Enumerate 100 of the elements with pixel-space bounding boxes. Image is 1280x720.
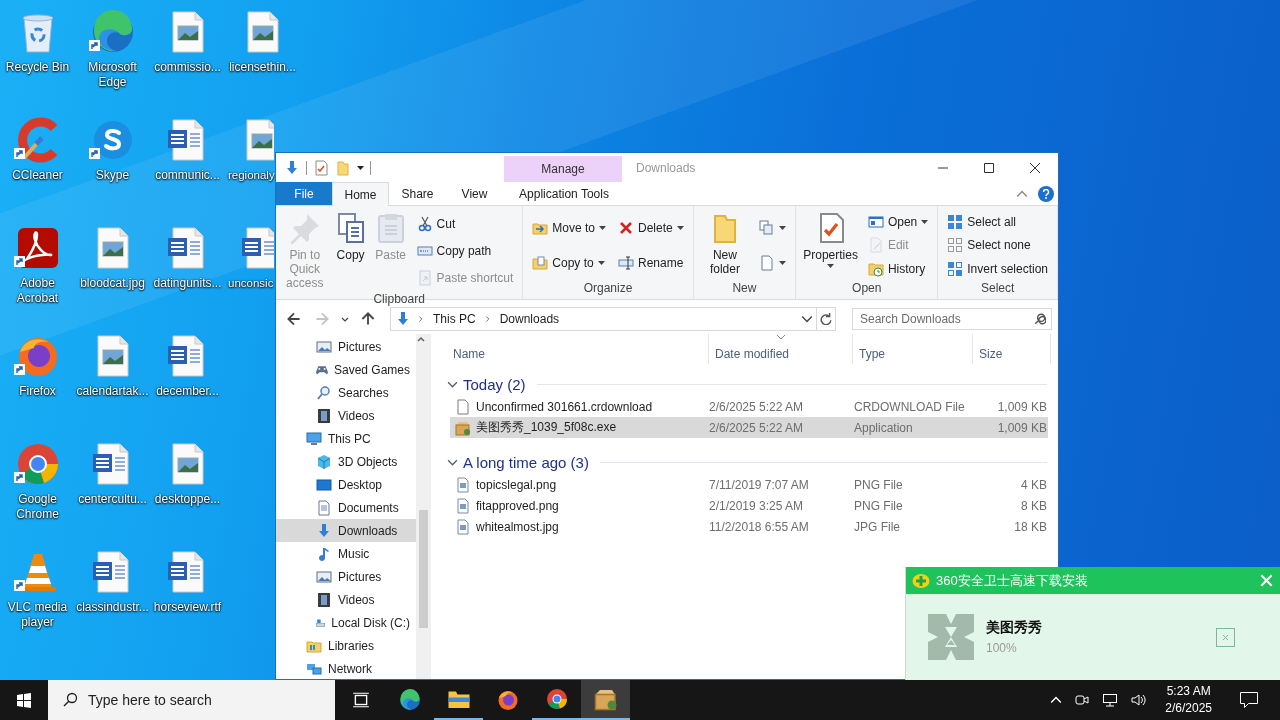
nav-item[interactable]: Videos bbox=[276, 588, 416, 611]
ribbon-button[interactable]: Rename bbox=[615, 252, 687, 275]
ribbon-button[interactable]: Properties bbox=[800, 210, 861, 281]
cube-icon bbox=[316, 453, 332, 470]
address-bar[interactable]: This PC Downloads bbox=[390, 307, 836, 331]
nav-item[interactable]: Pictures bbox=[276, 335, 416, 358]
group-header[interactable]: Today (2) bbox=[447, 368, 1047, 396]
file-date: 2/1/2019 3:25 AM bbox=[709, 498, 805, 513]
ribbon-button[interactable]: Invert selection bbox=[944, 258, 1051, 281]
file-row[interactable]: fitapproved.png 2/1/2019 3:25 AM PNG File 8 KB bbox=[450, 495, 1048, 516]
document-icon bbox=[759, 255, 776, 272]
breadcrumb[interactable]: Downloads bbox=[497, 312, 562, 326]
ribbon-button[interactable]: Select none bbox=[944, 234, 1051, 257]
contextual-tab-label: Manage bbox=[504, 156, 622, 182]
file-row[interactable]: 美图秀秀_1039_5f08c.exe 2/6/2025 5:22 AM Application 1,009 KB bbox=[450, 417, 1048, 438]
nav-item[interactable]: 3D Objects bbox=[276, 450, 416, 473]
progress-text: 100% bbox=[986, 641, 1018, 655]
file-row[interactable]: whitealmost.jpg 11/2/2018 6:55 AM JPG File 18 KB bbox=[450, 516, 1048, 537]
file-size: 1,009 KB bbox=[996, 420, 1047, 435]
nav-item[interactable]: Documents bbox=[276, 496, 416, 519]
taskbar-app[interactable] bbox=[581, 680, 630, 720]
hourglass-icon bbox=[926, 612, 976, 662]
file-size: 18 KB bbox=[1013, 519, 1047, 534]
nav-item[interactable]: Desktop bbox=[276, 473, 416, 496]
chevron-up-icon bbox=[1050, 694, 1063, 706]
pictures-icon bbox=[316, 338, 332, 355]
nav-item[interactable]: Downloads bbox=[276, 519, 416, 542]
file-row[interactable]: Unconfirmed 301661.crdownload 2/6/2025 5:22 AM CRDOWNLOAD File 1,009 KB bbox=[450, 396, 1048, 417]
shortcut-arrow-icon bbox=[14, 364, 25, 375]
caret-icon bbox=[599, 225, 606, 230]
file-name: Unconfirmed 301661.crdownload bbox=[476, 399, 653, 414]
image-file-icon bbox=[455, 518, 471, 535]
ribbon-button[interactable]: Select all bbox=[944, 210, 1051, 233]
breadcrumb[interactable]: This PC bbox=[431, 312, 478, 326]
search-field[interactable]: Search Downloads bbox=[852, 308, 1052, 330]
shortcut-document-icon bbox=[416, 270, 433, 287]
pin-icon bbox=[288, 212, 321, 244]
file-date: 7/11/2019 7:07 AM bbox=[709, 477, 810, 492]
refresh-icon bbox=[820, 313, 832, 325]
wave-logo-icon bbox=[397, 688, 422, 712]
nav-item[interactable]: Saved Games bbox=[276, 358, 416, 381]
forward-arrow-icon bbox=[315, 312, 329, 326]
nav-item[interactable]: Libraries bbox=[276, 634, 416, 657]
ribbon-button[interactable]: New folder bbox=[697, 210, 753, 281]
window-title: Downloads bbox=[635, 159, 697, 177]
column-header[interactable]: Date modified bbox=[709, 334, 853, 364]
scrollbar[interactable] bbox=[416, 334, 431, 679]
folder-icon bbox=[335, 159, 351, 176]
ribbon-tab[interactable]: Share bbox=[389, 182, 446, 205]
file-name: topicslegal.png bbox=[476, 477, 557, 492]
window-icon bbox=[867, 213, 884, 230]
document-icon bbox=[316, 499, 332, 516]
ribbon-button[interactable]: Open bbox=[864, 210, 932, 233]
ribbon-button[interactable]: Move to bbox=[529, 216, 609, 239]
file-date: 2/6/2025 5:22 AM bbox=[709, 399, 805, 414]
group-header[interactable]: A long time ago (3) bbox=[447, 446, 1047, 474]
ribbon-button[interactable]: Copy path bbox=[413, 240, 517, 262]
search-icon bbox=[62, 692, 78, 708]
ribbon-button[interactable]: Copy to bbox=[529, 252, 609, 275]
file-type: PNG File bbox=[854, 477, 904, 492]
nav-item[interactable]: Videos bbox=[276, 404, 416, 427]
shortcut-arrow-icon bbox=[89, 40, 100, 51]
caret-icon bbox=[827, 264, 835, 268]
ribbon-button[interactable]: History bbox=[864, 258, 932, 281]
clock-date[interactable]: 2/6/2025 bbox=[1165, 700, 1212, 717]
task-view-icon bbox=[351, 691, 370, 709]
scrollbar-thumb[interactable] bbox=[419, 510, 428, 628]
file-name: 美图秀秀_1039_5f08c.exe bbox=[476, 419, 617, 436]
file-size: 1,009 KB bbox=[996, 399, 1047, 414]
ribbon-tab[interactable]: File bbox=[276, 182, 332, 205]
checklist-icon bbox=[313, 159, 329, 176]
clock-time[interactable]: 5:23 AM bbox=[1166, 683, 1211, 700]
chevron-right-icon bbox=[483, 315, 492, 323]
ribbon-group-label: New bbox=[731, 281, 758, 297]
nav-item[interactable]: Local Disk (C:) bbox=[276, 611, 416, 634]
nav-item[interactable]: This PC bbox=[276, 427, 416, 450]
ribbon-tab[interactable]: View bbox=[446, 182, 503, 205]
ribbon-tab[interactable]: Home bbox=[332, 182, 389, 206]
windows-logo-icon bbox=[16, 692, 32, 708]
column-header[interactable]: Size bbox=[973, 334, 1051, 364]
notification-title: 360安全卫士高速下载安装 bbox=[936, 571, 1088, 590]
help-icon[interactable] bbox=[1038, 185, 1054, 202]
file-name: fitapproved.png bbox=[476, 498, 559, 513]
nav-item[interactable]: Music bbox=[276, 542, 416, 565]
ribbon-button[interactable]: Cut bbox=[413, 212, 517, 235]
nav-item[interactable]: Pictures bbox=[276, 565, 416, 588]
music-note-icon bbox=[316, 545, 332, 562]
shortcut-arrow-icon bbox=[14, 148, 25, 159]
ribbon-button[interactable]: Copy bbox=[331, 210, 370, 292]
taskbar-search-field[interactable]: Type here to search bbox=[48, 680, 335, 720]
package-icon bbox=[455, 419, 471, 436]
file-row[interactable]: topicslegal.png 7/11/2019 7:07 AM PNG File 4 KB bbox=[450, 474, 1048, 495]
documents-icon bbox=[759, 219, 776, 236]
chevron-right-icon bbox=[417, 315, 425, 323]
nav-item[interactable]: Searches bbox=[276, 381, 416, 404]
nav-item[interactable]: Network bbox=[276, 657, 416, 679]
desktop-icon bbox=[316, 476, 332, 493]
column-header[interactable]: Type bbox=[853, 334, 973, 364]
ribbon-button[interactable]: Delete bbox=[615, 216, 687, 239]
column-header[interactable]: Name bbox=[447, 334, 709, 364]
